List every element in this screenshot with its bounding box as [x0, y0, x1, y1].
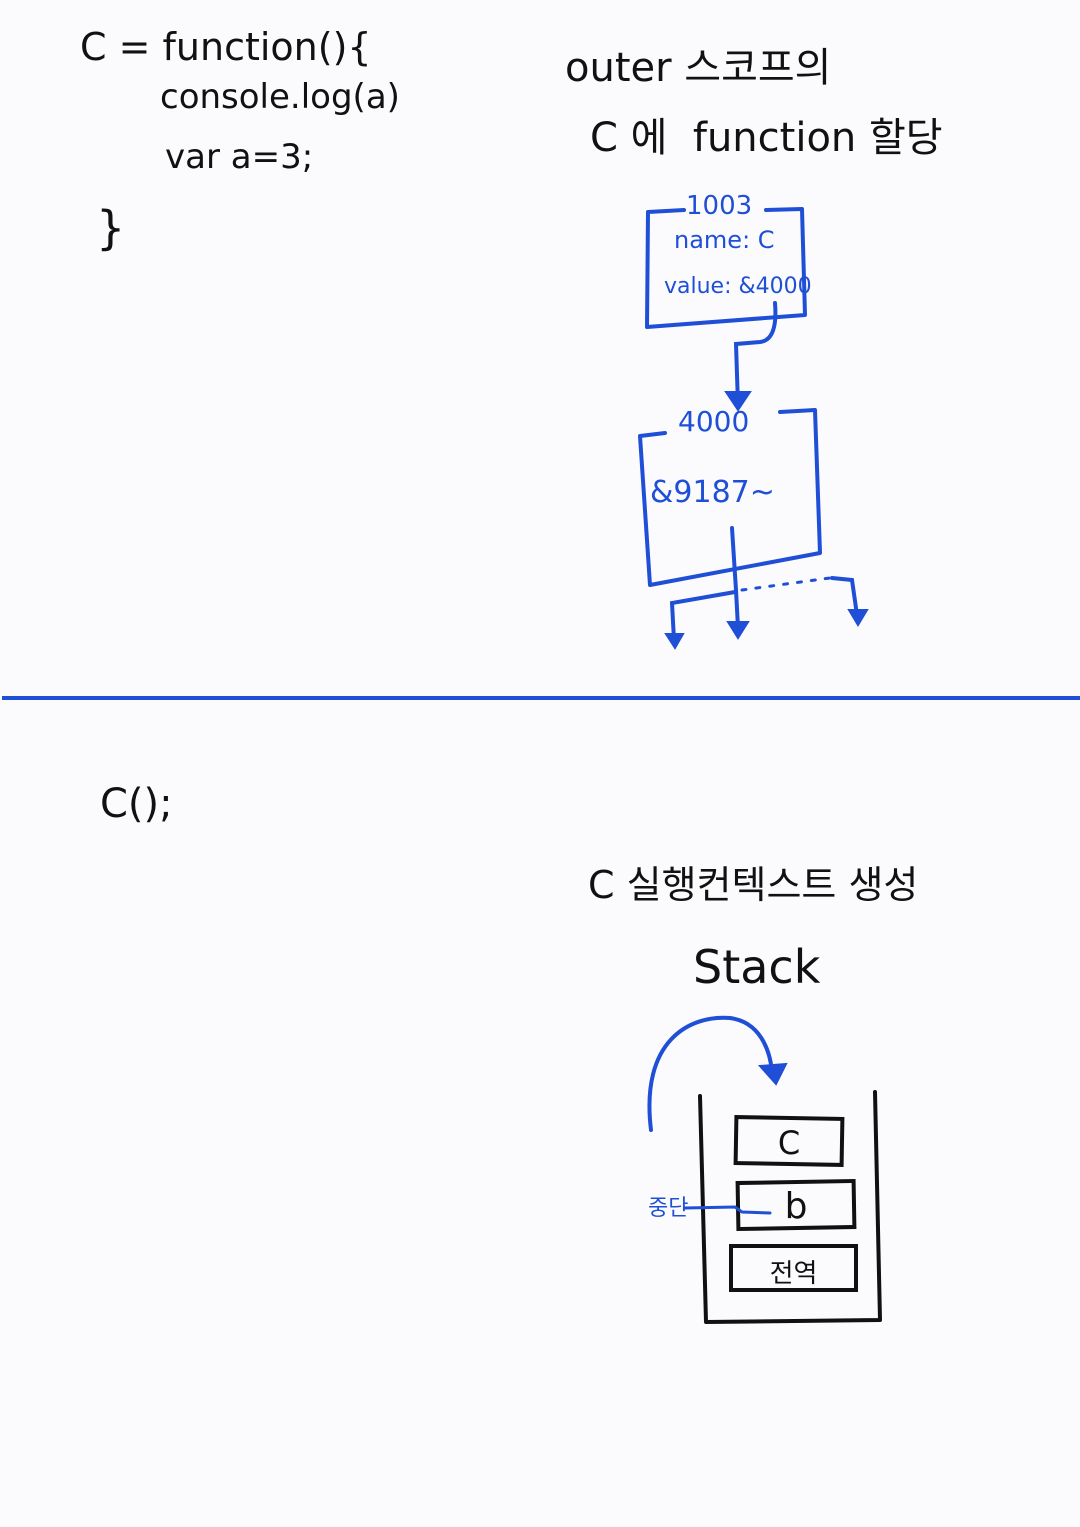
stack-frame-c: C: [777, 1124, 801, 1162]
call-expression: C();: [100, 781, 173, 827]
func-right-arrowhead: [847, 609, 869, 627]
var-box-value: value: &4000: [664, 274, 812, 299]
func-left-arrowhead: [664, 633, 685, 650]
func-box-content: &9187~: [650, 475, 775, 510]
func-left-branch: [669, 590, 737, 642]
stack-frame-b: b: [784, 1186, 808, 1227]
var-box-name: name: C: [674, 226, 775, 254]
bottom-note-line-2: Stack: [693, 940, 821, 994]
stack-frame-global: 전역: [769, 1259, 818, 1289]
func-center-arrowhead: [726, 621, 750, 640]
var-box-address: 1003: [686, 191, 753, 221]
bottom-note-line-1: C 실행컨텍스트 생성: [588, 863, 919, 907]
func-box-address: 4000: [678, 405, 750, 438]
func-stem: [730, 526, 740, 630]
pause-label: 중단: [648, 1196, 689, 1221]
push-arrowhead: [757, 1062, 788, 1086]
memory-diagram: [2, 207, 1080, 1324]
func-right-dotted: [740, 576, 832, 592]
push-arrow: [647, 1015, 774, 1132]
